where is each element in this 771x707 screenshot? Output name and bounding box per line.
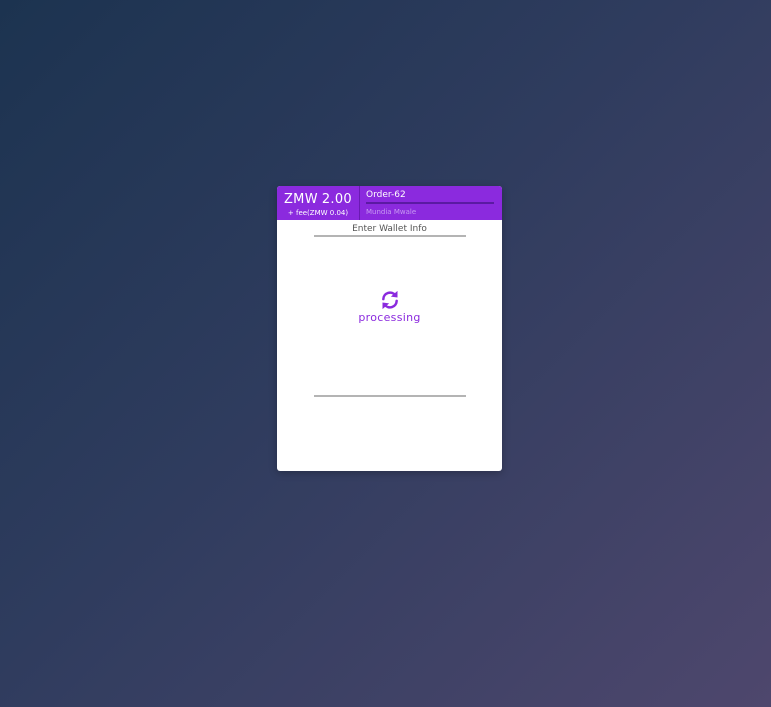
currency-label: ZMW: [283, 192, 318, 207]
processing-indicator: processing: [277, 289, 502, 324]
refresh-icon: [381, 290, 398, 310]
amount-value: 2.00: [321, 192, 353, 207]
processing-status-text: processing: [358, 311, 421, 324]
amount-box: ZMW 2.00 + fee(ZMW 0.04): [277, 186, 360, 220]
payment-header: ZMW 2.00 + fee(ZMW 0.04) Order-62 Mundia …: [277, 186, 502, 220]
top-divider: [313, 235, 466, 237]
payment-card: ZMW 2.00 + fee(ZMW 0.04) Order-62 Mundia …: [277, 186, 502, 471]
order-box: Order-62 Mundia Mwale: [360, 186, 502, 220]
payment-amount: ZMW 2.00: [284, 192, 352, 207]
page-background: { "payment": { "currency": "ZMW", "amoun…: [0, 0, 771, 707]
fee-label: + fee(ZMW 0.04): [287, 209, 349, 217]
wallet-section-title: Enter Wallet Info: [352, 224, 427, 234]
bottom-divider: [313, 395, 466, 397]
order-title: Order-62: [366, 190, 494, 204]
customer-name: Mundia Mwale: [366, 208, 417, 216]
